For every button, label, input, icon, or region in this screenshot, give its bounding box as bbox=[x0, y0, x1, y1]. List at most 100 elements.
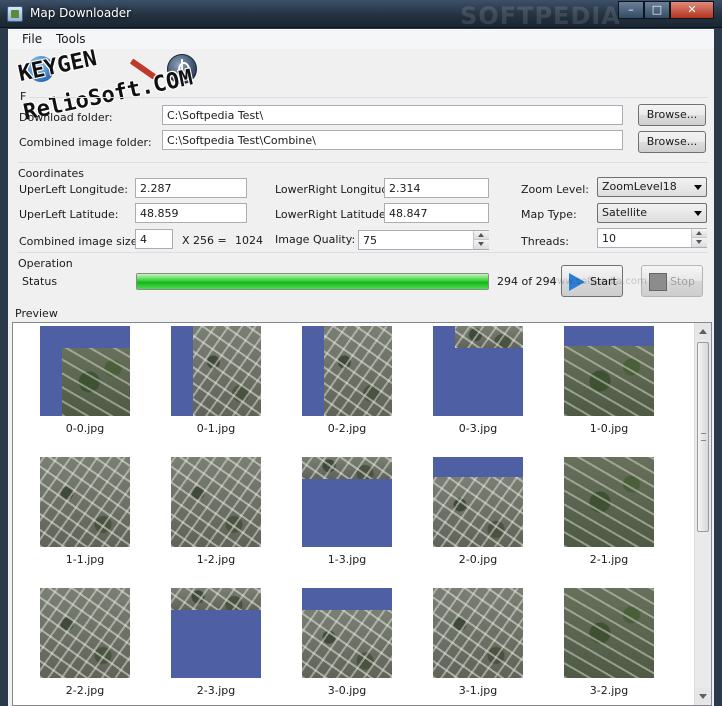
ul-longitude-field[interactable]: 2.287 bbox=[135, 178, 247, 198]
stop-button[interactable]: Stop bbox=[641, 265, 703, 297]
status-label: Status bbox=[22, 275, 58, 288]
threads-spinner[interactable]: 10 bbox=[597, 228, 707, 248]
tile-thumbnail bbox=[171, 588, 261, 678]
softpedia-watermark: www.softpedia.com bbox=[549, 276, 647, 287]
map-tile[interactable]: 2-1.jpg bbox=[564, 457, 654, 566]
stop-icon bbox=[649, 273, 667, 291]
zoom-level-select[interactable]: ZoomLevel18 bbox=[597, 177, 707, 197]
tile-filename: 0-3.jpg bbox=[458, 422, 498, 435]
map-tile[interactable]: 2-3.jpg bbox=[171, 588, 261, 697]
aerial-image bbox=[62, 348, 130, 416]
minimize-button[interactable]: – bbox=[618, 1, 644, 19]
toolbar: KEYGEN RelioSoft.COM bbox=[8, 46, 714, 126]
map-type-value: Satellite bbox=[602, 206, 648, 219]
stop-button-label: Stop bbox=[670, 275, 696, 288]
map-tile[interactable]: 0-1.jpg bbox=[171, 326, 261, 435]
tile-thumbnail bbox=[40, 457, 130, 547]
coordinates-group-title: Coordinates bbox=[18, 167, 88, 180]
tile-filename: 3-1.jpg bbox=[458, 684, 498, 697]
combined-size-field[interactable]: 4 bbox=[135, 229, 173, 249]
aerial-image bbox=[40, 457, 130, 547]
combined-size-multiplier: X 256 = bbox=[182, 234, 227, 247]
aerial-image bbox=[564, 457, 654, 547]
map-type-select[interactable]: Satellite bbox=[597, 203, 707, 223]
map-tile[interactable]: 2-0.jpg bbox=[433, 457, 523, 566]
image-quality-value: 75 bbox=[363, 234, 377, 247]
map-tile[interactable]: 0-3.jpg bbox=[433, 326, 523, 435]
ul-latitude-label: UperLeft Latitude: bbox=[19, 208, 119, 221]
download-folder-field[interactable]: C:\Softpedia Test\ bbox=[162, 105, 623, 125]
tile-filename: 2-0.jpg bbox=[458, 553, 498, 566]
tile-filename: 3-2.jpg bbox=[589, 684, 629, 697]
map-tile[interactable]: 1-2.jpg bbox=[171, 457, 261, 566]
scroll-down-icon[interactable] bbox=[695, 688, 711, 705]
close-button[interactable]: ✕ bbox=[670, 1, 714, 19]
tile-filename: 1-3.jpg bbox=[327, 553, 367, 566]
lr-latitude-field[interactable]: 48.847 bbox=[384, 203, 489, 223]
tile-thumbnail bbox=[40, 326, 130, 416]
map-tile[interactable]: 3-1.jpg bbox=[433, 588, 523, 697]
tile-filename: 1-0.jpg bbox=[589, 422, 629, 435]
map-tile[interactable]: 0-2.jpg bbox=[302, 326, 392, 435]
tile-filename: 3-0.jpg bbox=[327, 684, 367, 697]
aerial-image bbox=[455, 326, 523, 348]
combined-size-result: 1024 bbox=[235, 234, 263, 247]
lr-latitude-label: LowerRight Latitude: bbox=[275, 208, 390, 221]
folders-group-line bbox=[26, 97, 708, 98]
chevron-down-icon bbox=[694, 211, 702, 216]
tile-filename: 2-1.jpg bbox=[589, 553, 629, 566]
scroll-up-icon[interactable] bbox=[695, 323, 711, 340]
menu-tools[interactable]: Tools bbox=[56, 32, 86, 46]
spin-up-icon[interactable] bbox=[474, 231, 489, 240]
zoom-level-label: Zoom Level: bbox=[521, 183, 589, 196]
lr-longitude-field[interactable]: 2.314 bbox=[384, 178, 489, 198]
combined-folder-field[interactable]: C:\Softpedia Test\Combine\ bbox=[162, 130, 623, 150]
title-bar[interactable]: Map Downloader SOFTPEDIA – □ ✕ bbox=[0, 0, 722, 30]
tile-thumbnail bbox=[564, 588, 654, 678]
aerial-image bbox=[193, 326, 261, 416]
tile-filename: 1-1.jpg bbox=[65, 553, 105, 566]
map-tile[interactable]: 3-2.jpg bbox=[564, 588, 654, 697]
spin-down-icon[interactable] bbox=[474, 240, 489, 249]
image-quality-label: Image Quality: bbox=[275, 233, 356, 246]
combined-size-label: Combined image size bbox=[19, 235, 138, 248]
aerial-image bbox=[433, 588, 523, 678]
browse-combined-button[interactable]: Browse... bbox=[638, 131, 706, 153]
map-tile[interactable]: 2-2.jpg bbox=[40, 588, 130, 697]
tile-thumbnail bbox=[302, 326, 392, 416]
tile-filename: 0-0.jpg bbox=[65, 422, 105, 435]
download-progress-bar bbox=[136, 273, 489, 290]
operation-group-line bbox=[18, 252, 708, 253]
aerial-image bbox=[302, 610, 392, 678]
vertical-scrollbar[interactable] bbox=[694, 323, 711, 705]
title-watermark: SOFTPEDIA bbox=[460, 2, 621, 30]
spin-down-icon[interactable] bbox=[692, 238, 707, 247]
maximize-button[interactable]: □ bbox=[644, 1, 670, 19]
map-tile[interactable]: 3-0.jpg bbox=[302, 588, 392, 697]
operation-group-title: Operation bbox=[18, 257, 76, 270]
map-tile[interactable]: 1-0.jpg bbox=[564, 326, 654, 435]
map-tile[interactable]: 1-1.jpg bbox=[40, 457, 130, 566]
map-tile[interactable]: 1-3.jpg bbox=[302, 457, 392, 566]
download-folder-label: Download folder: bbox=[19, 111, 113, 124]
progress-fill bbox=[137, 274, 488, 289]
spin-up-icon[interactable] bbox=[692, 229, 707, 238]
ul-latitude-field[interactable]: 48.859 bbox=[135, 203, 247, 223]
aerial-image bbox=[324, 326, 392, 416]
tile-thumbnail bbox=[564, 457, 654, 547]
progress-count: 294 of 294 bbox=[497, 275, 557, 288]
scroll-thumb[interactable] bbox=[697, 342, 709, 532]
browse-download-button[interactable]: Browse... bbox=[638, 104, 706, 126]
tile-thumbnail bbox=[171, 457, 261, 547]
app-icon bbox=[7, 6, 23, 22]
menu-file[interactable]: File bbox=[22, 32, 42, 46]
tile-thumbnail bbox=[433, 326, 523, 416]
map-tile[interactable]: 0-0.jpg bbox=[40, 326, 130, 435]
tile-thumbnail bbox=[40, 588, 130, 678]
preview-panel[interactable]: 0-0.jpg 0-1.jpg 0-2.jpg 0-3.jpg 1-0.jpg 1-1.j… bbox=[12, 322, 712, 706]
aerial-image bbox=[564, 588, 654, 678]
map-type-label: Map Type: bbox=[521, 208, 577, 221]
aerial-image bbox=[171, 588, 261, 610]
image-quality-spinner[interactable]: 75 bbox=[358, 230, 489, 250]
tile-filename: 1-2.jpg bbox=[196, 553, 236, 566]
